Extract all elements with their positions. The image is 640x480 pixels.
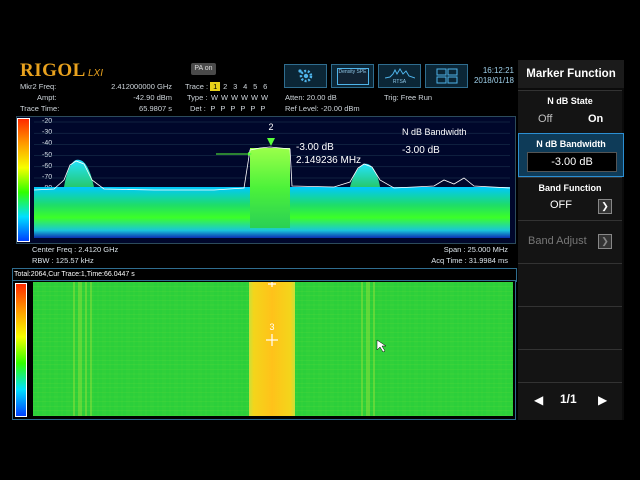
ndb-bandwidth-menu-label: N dB Bandwidth — [536, 139, 606, 149]
marker-function-menu: Marker Function N dB State Off On N dB B… — [518, 60, 624, 420]
type-2: W — [220, 93, 229, 102]
det-6: P — [260, 104, 266, 113]
spectrum-color-scale — [17, 118, 30, 242]
side-band-left — [64, 159, 94, 187]
band-adjust-softkey[interactable]: Band Adjust ❯ — [518, 220, 622, 263]
trace-1[interactable]: 1 — [210, 82, 221, 91]
chevron-right-icon: ❯ — [598, 199, 612, 214]
marker-ampt-label: Ampt: — [37, 93, 57, 102]
det-5: P — [250, 104, 256, 113]
det-4: P — [240, 104, 246, 113]
trace-3[interactable]: 3 — [230, 82, 240, 91]
ndb-state-on[interactable]: On — [588, 113, 603, 125]
brand-logo: RIGOL — [20, 60, 86, 81]
ref-level-readout: Ref Level: -20.00 dBm — [285, 104, 360, 113]
type-label: Type : — [187, 93, 208, 102]
type-5: W — [250, 93, 259, 102]
pa-status-badge: PA on — [191, 63, 216, 75]
band-function-label: Band Function — [538, 183, 602, 193]
empty-softkey-5 — [518, 263, 622, 306]
marker-delta: -3.00 dB — [296, 142, 334, 153]
det-2: P — [220, 104, 226, 113]
band-adjust-label: Band Adjust — [528, 235, 587, 247]
main-signal-band — [250, 148, 290, 228]
marker-freq-value: 2.412000000 GHz — [111, 82, 172, 91]
empty-softkey-6 — [518, 306, 622, 349]
span: Span : 25.000 MHz — [443, 245, 508, 254]
grid-layout-icon — [436, 68, 457, 84]
rtsa-label: RTSA — [392, 78, 407, 85]
ndb-bandwidth-value: -3.00 dB — [402, 145, 440, 156]
ndb-bandwidth-input[interactable]: -3.00 dB — [527, 152, 617, 172]
marker-bandwidth: 2.149236 MHz — [296, 155, 361, 166]
spectrum-footer-left: Center Freq : 2.4120 GHz RBW : 125.57 kH… — [32, 244, 118, 266]
clock-date: 2018/01/18 — [473, 76, 514, 85]
atten-readout: Atten: 20.00 dB — [285, 93, 337, 102]
spectrogram-color-scale — [15, 283, 27, 417]
spectrum-plot[interactable]: 2 -3.00 dB 2.149236 MHz N dB Bandwidth -… — [34, 120, 510, 238]
spectrogram-plot[interactable]: 3 — [33, 282, 513, 416]
det-label: Det : — [190, 104, 206, 113]
det-1: P — [210, 104, 216, 113]
page-prev-icon[interactable]: ◀ — [534, 393, 543, 407]
marker-3-number: 3 — [269, 322, 274, 332]
trace-5[interactable]: 5 — [250, 82, 260, 91]
type-6: W — [260, 93, 269, 102]
spectrogram-signal-band — [249, 282, 295, 416]
type-4: W — [240, 93, 249, 102]
rtsa-button[interactable]: RTSA — [378, 64, 421, 88]
det-row: Det : PPPPPP — [190, 104, 268, 113]
center-freq: Center Freq : 2.4120 GHz — [32, 245, 119, 254]
type-row: Type : WWWWWW — [187, 93, 270, 102]
marker-freq-label: Mkr2 Freq: — [20, 82, 57, 91]
trace-2[interactable]: 2 — [220, 82, 230, 91]
det-3: P — [230, 104, 236, 113]
rtsa-waveform-icon — [384, 67, 415, 78]
ndb-bandwidth-title: N dB Bandwidth — [402, 127, 467, 137]
lxi-logo: LXI — [88, 68, 104, 79]
menu-pager: ◀ 1/1 ▶ — [518, 382, 622, 420]
band-function-value: OFF — [550, 199, 572, 211]
spectrum-svg: 2 -3.00 dB 2.149236 MHz N dB Bandwidth -… — [34, 121, 510, 238]
trace-row: Trace : 123456 — [185, 82, 270, 91]
side-band-right — [350, 163, 380, 187]
ndb-state-off[interactable]: Off — [538, 113, 552, 125]
chevron-right-icon: ❯ — [598, 234, 612, 249]
ndb-state-softkey[interactable]: N dB State Off On — [518, 90, 622, 133]
rbw: RBW : 125.57 kHz — [32, 256, 94, 265]
acq-time: Acq Time : 31.9984 ms — [431, 256, 508, 265]
trace-6[interactable]: 6 — [260, 82, 270, 91]
clock-time: 16:12:21 — [482, 66, 514, 75]
page-next-icon[interactable]: ▶ — [598, 393, 607, 407]
type-3: W — [230, 93, 239, 102]
marker-2-triangle — [267, 138, 275, 146]
page-indicator: 1/1 — [560, 392, 577, 406]
band-function-softkey[interactable]: Band Function OFF ❯ — [518, 177, 622, 220]
ndb-bandwidth-softkey[interactable]: N dB Bandwidth -3.00 dB — [518, 133, 624, 177]
density-spe-label: Density SPE — [336, 67, 369, 85]
gear-icon — [297, 69, 312, 83]
marker-ampt-value: -42.90 dBm — [133, 93, 172, 102]
marker-2-number: 2 — [268, 122, 273, 132]
menu-title: Marker Function — [518, 60, 624, 88]
trigger-readout: Trig: Free Run — [384, 93, 433, 102]
trace-time-value: 65.9807 s — [139, 104, 172, 113]
spectrum-footer-right: Span : 25.000 MHz Acq Time : 31.9984 ms — [420, 244, 508, 266]
clock: 16:12:21 2018/01/18 — [470, 66, 514, 86]
layout-grid-button[interactable] — [425, 64, 468, 88]
spectrogram-svg: 3 — [33, 282, 513, 416]
trace-time-label: Trace Time: — [20, 104, 60, 113]
toolbar: Density SPE RTSA — [284, 64, 468, 88]
type-1: W — [210, 93, 219, 102]
density-spe-button[interactable]: Density SPE — [331, 64, 374, 88]
settings-gear-button[interactable] — [284, 64, 327, 88]
ndb-state-label: N dB State — [547, 96, 593, 106]
trace-label: Trace : — [185, 82, 209, 91]
trace-4[interactable]: 4 — [240, 82, 250, 91]
